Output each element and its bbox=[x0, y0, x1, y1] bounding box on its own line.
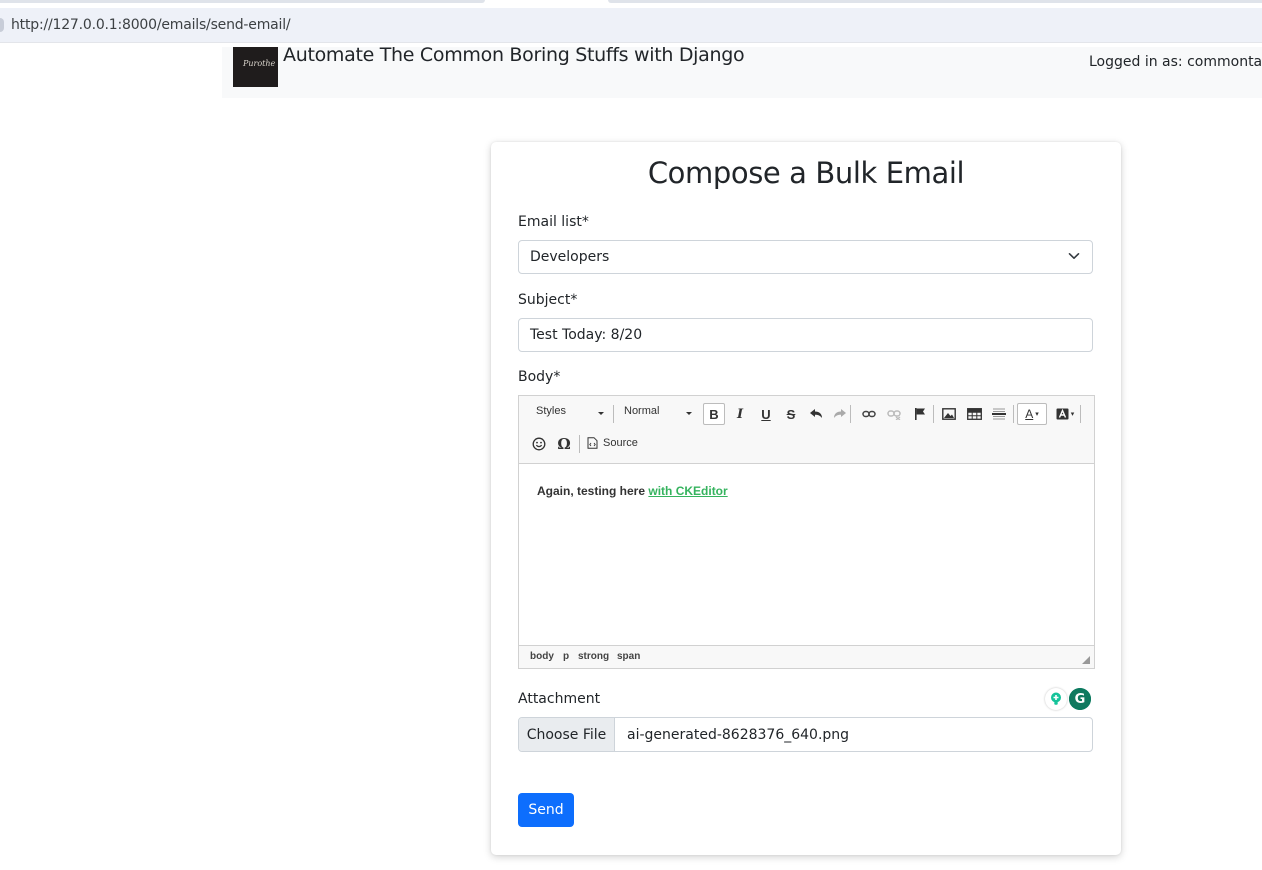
toolbar-separator bbox=[850, 405, 851, 423]
special-char-icon[interactable]: Ω bbox=[553, 433, 575, 455]
page-title: Compose a Bulk Email bbox=[647, 156, 965, 190]
editor-plain-text: Again, testing here bbox=[537, 484, 649, 498]
logo-signature: Purothe bbox=[243, 59, 276, 68]
subject-label: Subject* bbox=[518, 292, 578, 308]
format-dropdown[interactable]: Normal bbox=[624, 405, 692, 425]
subject-value: Test Today: 8/20 bbox=[530, 327, 643, 343]
browser-tab[interactable] bbox=[0, 0, 485, 3]
grammarly-icon[interactable]: G bbox=[1069, 688, 1091, 710]
strikethrough-icon[interactable]: S bbox=[780, 403, 802, 425]
source-icon bbox=[587, 437, 598, 449]
smiley-icon[interactable] bbox=[528, 433, 550, 455]
styles-dropdown-label: Styles bbox=[536, 405, 566, 417]
horizontal-line-icon[interactable] bbox=[988, 403, 1010, 425]
table-icon[interactable] bbox=[963, 403, 985, 425]
editor-link-text[interactable]: with CKEditor bbox=[648, 484, 727, 498]
underline-icon[interactable]: U bbox=[755, 403, 777, 425]
email-list-label: Email list* bbox=[518, 214, 589, 230]
email-list-selected-value: Developers bbox=[530, 249, 610, 265]
grammarly-suggestion-icon[interactable] bbox=[1045, 688, 1067, 710]
undo-icon[interactable] bbox=[805, 403, 827, 425]
bold-icon[interactable]: B bbox=[703, 403, 725, 425]
attachment-label: Attachment bbox=[518, 691, 601, 707]
browser-tabstrip bbox=[0, 0, 1262, 8]
logged-in-user: Logged in as: commontask_ bbox=[1089, 54, 1262, 70]
format-dropdown-label: Normal bbox=[624, 405, 660, 417]
site-navbar: Purothe Automate The Common Boring Stuff… bbox=[222, 44, 1262, 98]
compose-email-card: Compose a Bulk Email Email list* Develop… bbox=[491, 142, 1121, 855]
site-info-icon[interactable] bbox=[0, 18, 4, 32]
path-item[interactable]: strong bbox=[578, 651, 609, 662]
selected-file-name: ai-generated-8628376_640.png bbox=[627, 727, 850, 743]
dropdown-arrow-icon: ▾ bbox=[1035, 411, 1039, 418]
resize-handle-icon[interactable] bbox=[1082, 656, 1090, 664]
toolbar-separator bbox=[1013, 405, 1014, 423]
chevron-down-icon bbox=[1068, 253, 1080, 259]
body-label: Body* bbox=[518, 369, 561, 385]
path-item[interactable]: span bbox=[617, 651, 640, 662]
text-color-glyph: A bbox=[1025, 407, 1034, 421]
editor-content-area[interactable]: Again, testing here with CKEditor G bbox=[519, 464, 1094, 710]
choose-file-button[interactable]: Choose File bbox=[519, 718, 615, 751]
redo-icon[interactable] bbox=[829, 403, 851, 425]
url-text[interactable]: http://127.0.0.1:8000/emails/send-email/ bbox=[11, 17, 291, 33]
editor-element-path: body p strong span bbox=[519, 645, 1094, 668]
dropdown-arrow-icon: ▾ bbox=[1070, 410, 1075, 418]
rich-text-editor: Styles Normal B I U S A ▾ ▾ Ω Source Aga… bbox=[518, 395, 1095, 710]
styles-dropdown[interactable]: Styles bbox=[536, 405, 604, 425]
toolbar-separator bbox=[933, 405, 934, 423]
source-button-label: Source bbox=[603, 437, 638, 449]
anchor-flag-icon[interactable] bbox=[909, 403, 931, 425]
unlink-icon[interactable] bbox=[883, 403, 905, 425]
browser-address-bar[interactable]: http://127.0.0.1:8000/emails/send-email/ bbox=[0, 8, 1262, 42]
dropdown-arrow-icon bbox=[598, 412, 604, 415]
dropdown-arrow-icon bbox=[686, 412, 692, 415]
source-button[interactable]: Source bbox=[587, 437, 638, 449]
attachment-file-input[interactable]: Choose File ai-generated-8628376_640.png bbox=[518, 717, 1093, 752]
link-icon[interactable] bbox=[858, 403, 880, 425]
site-logo[interactable]: Purothe bbox=[233, 47, 278, 87]
text-color-icon[interactable]: A ▾ bbox=[1017, 403, 1047, 425]
subject-input[interactable]: Test Today: 8/20 bbox=[518, 318, 1093, 352]
send-button[interactable]: Send bbox=[518, 793, 574, 827]
italic-icon[interactable]: I bbox=[729, 403, 751, 425]
toolbar-separator bbox=[613, 405, 614, 423]
editor-toolbar: Styles Normal B I U S A ▾ ▾ Ω Source bbox=[519, 396, 1094, 464]
image-icon[interactable] bbox=[938, 403, 960, 425]
path-item[interactable]: p bbox=[563, 651, 569, 662]
toolbar-separator bbox=[1080, 405, 1081, 423]
browser-tab[interactable] bbox=[608, 0, 1262, 3]
background-color-icon[interactable]: ▾ bbox=[1050, 403, 1080, 425]
toolbar-separator bbox=[579, 435, 580, 453]
email-list-select[interactable]: Developers bbox=[518, 240, 1093, 274]
editor-content-text: Again, testing here with CKEditor bbox=[537, 484, 728, 498]
path-item[interactable]: body bbox=[530, 651, 554, 662]
navbar-brand[interactable]: Automate The Common Boring Stuffs with D… bbox=[283, 44, 745, 66]
